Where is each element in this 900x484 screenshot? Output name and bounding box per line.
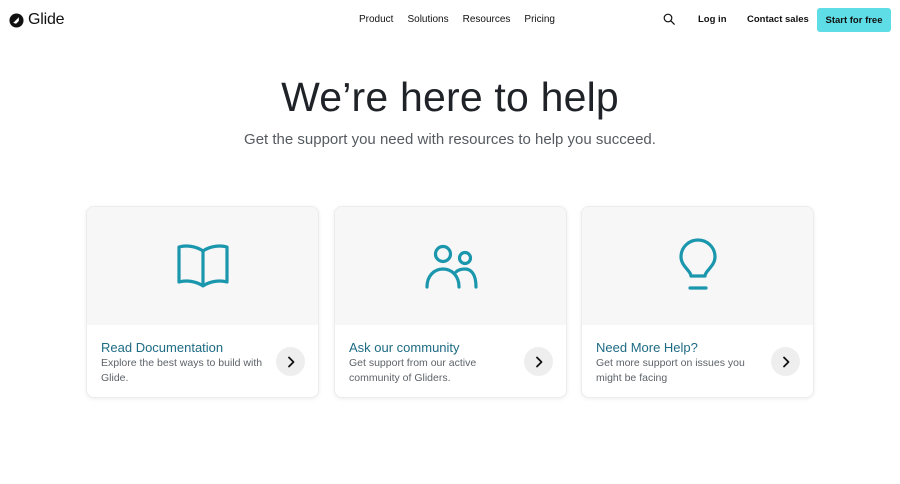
search-icon[interactable]	[663, 13, 675, 25]
card-arrow-button[interactable]	[524, 347, 553, 376]
people-icon	[424, 244, 478, 289]
glide-logo[interactable]: Glide	[9, 11, 65, 29]
card-description: Explore the best ways to build with Glid…	[101, 357, 263, 384]
page-subtitle: Get the support you need with resources …	[244, 131, 656, 148]
start-for-free-button[interactable]: Start for free	[817, 8, 891, 32]
login-link[interactable]: Log in	[698, 14, 727, 25]
chevron-right-icon	[782, 356, 789, 367]
card-title[interactable]: Need More Help?	[596, 340, 698, 355]
card-media	[582, 207, 813, 325]
card-arrow-button[interactable]	[276, 347, 305, 376]
card-title[interactable]: Read Documentation	[101, 340, 223, 355]
logo-text: Glide	[28, 11, 65, 28]
glide-logo-icon	[9, 12, 24, 28]
chevron-right-icon	[287, 356, 294, 367]
card-ask-community[interactable]: Ask our community Get support from our a…	[334, 206, 567, 398]
card-description: Get support from our active community of…	[349, 357, 477, 384]
book-icon	[176, 244, 229, 288]
card-read-documentation[interactable]: Read Documentation Explore the best ways…	[86, 206, 319, 398]
card-media	[335, 207, 566, 325]
nav-link-resources[interactable]: Resources	[463, 14, 511, 25]
nav-link-solutions[interactable]: Solutions	[407, 14, 448, 25]
card-arrow-button[interactable]	[771, 347, 800, 376]
lightbulb-icon	[678, 238, 717, 290]
card-need-more-help[interactable]: Need More Help? Get more support on issu…	[581, 206, 814, 398]
nav-link-pricing[interactable]: Pricing	[524, 14, 555, 25]
top-nav: Glide Product Solutions Resources Pricin…	[0, 0, 900, 40]
card-description: Get more support on issues you might be …	[596, 357, 745, 384]
nav-links: Product Solutions Resources Pricing	[359, 14, 569, 25]
nav-link-product[interactable]: Product	[359, 14, 393, 25]
page-title: We’re here to help	[281, 74, 619, 120]
contact-sales-link[interactable]: Contact sales	[747, 14, 809, 25]
chevron-right-icon	[535, 356, 542, 367]
card-media	[87, 207, 318, 325]
card-title[interactable]: Ask our community	[349, 340, 460, 355]
